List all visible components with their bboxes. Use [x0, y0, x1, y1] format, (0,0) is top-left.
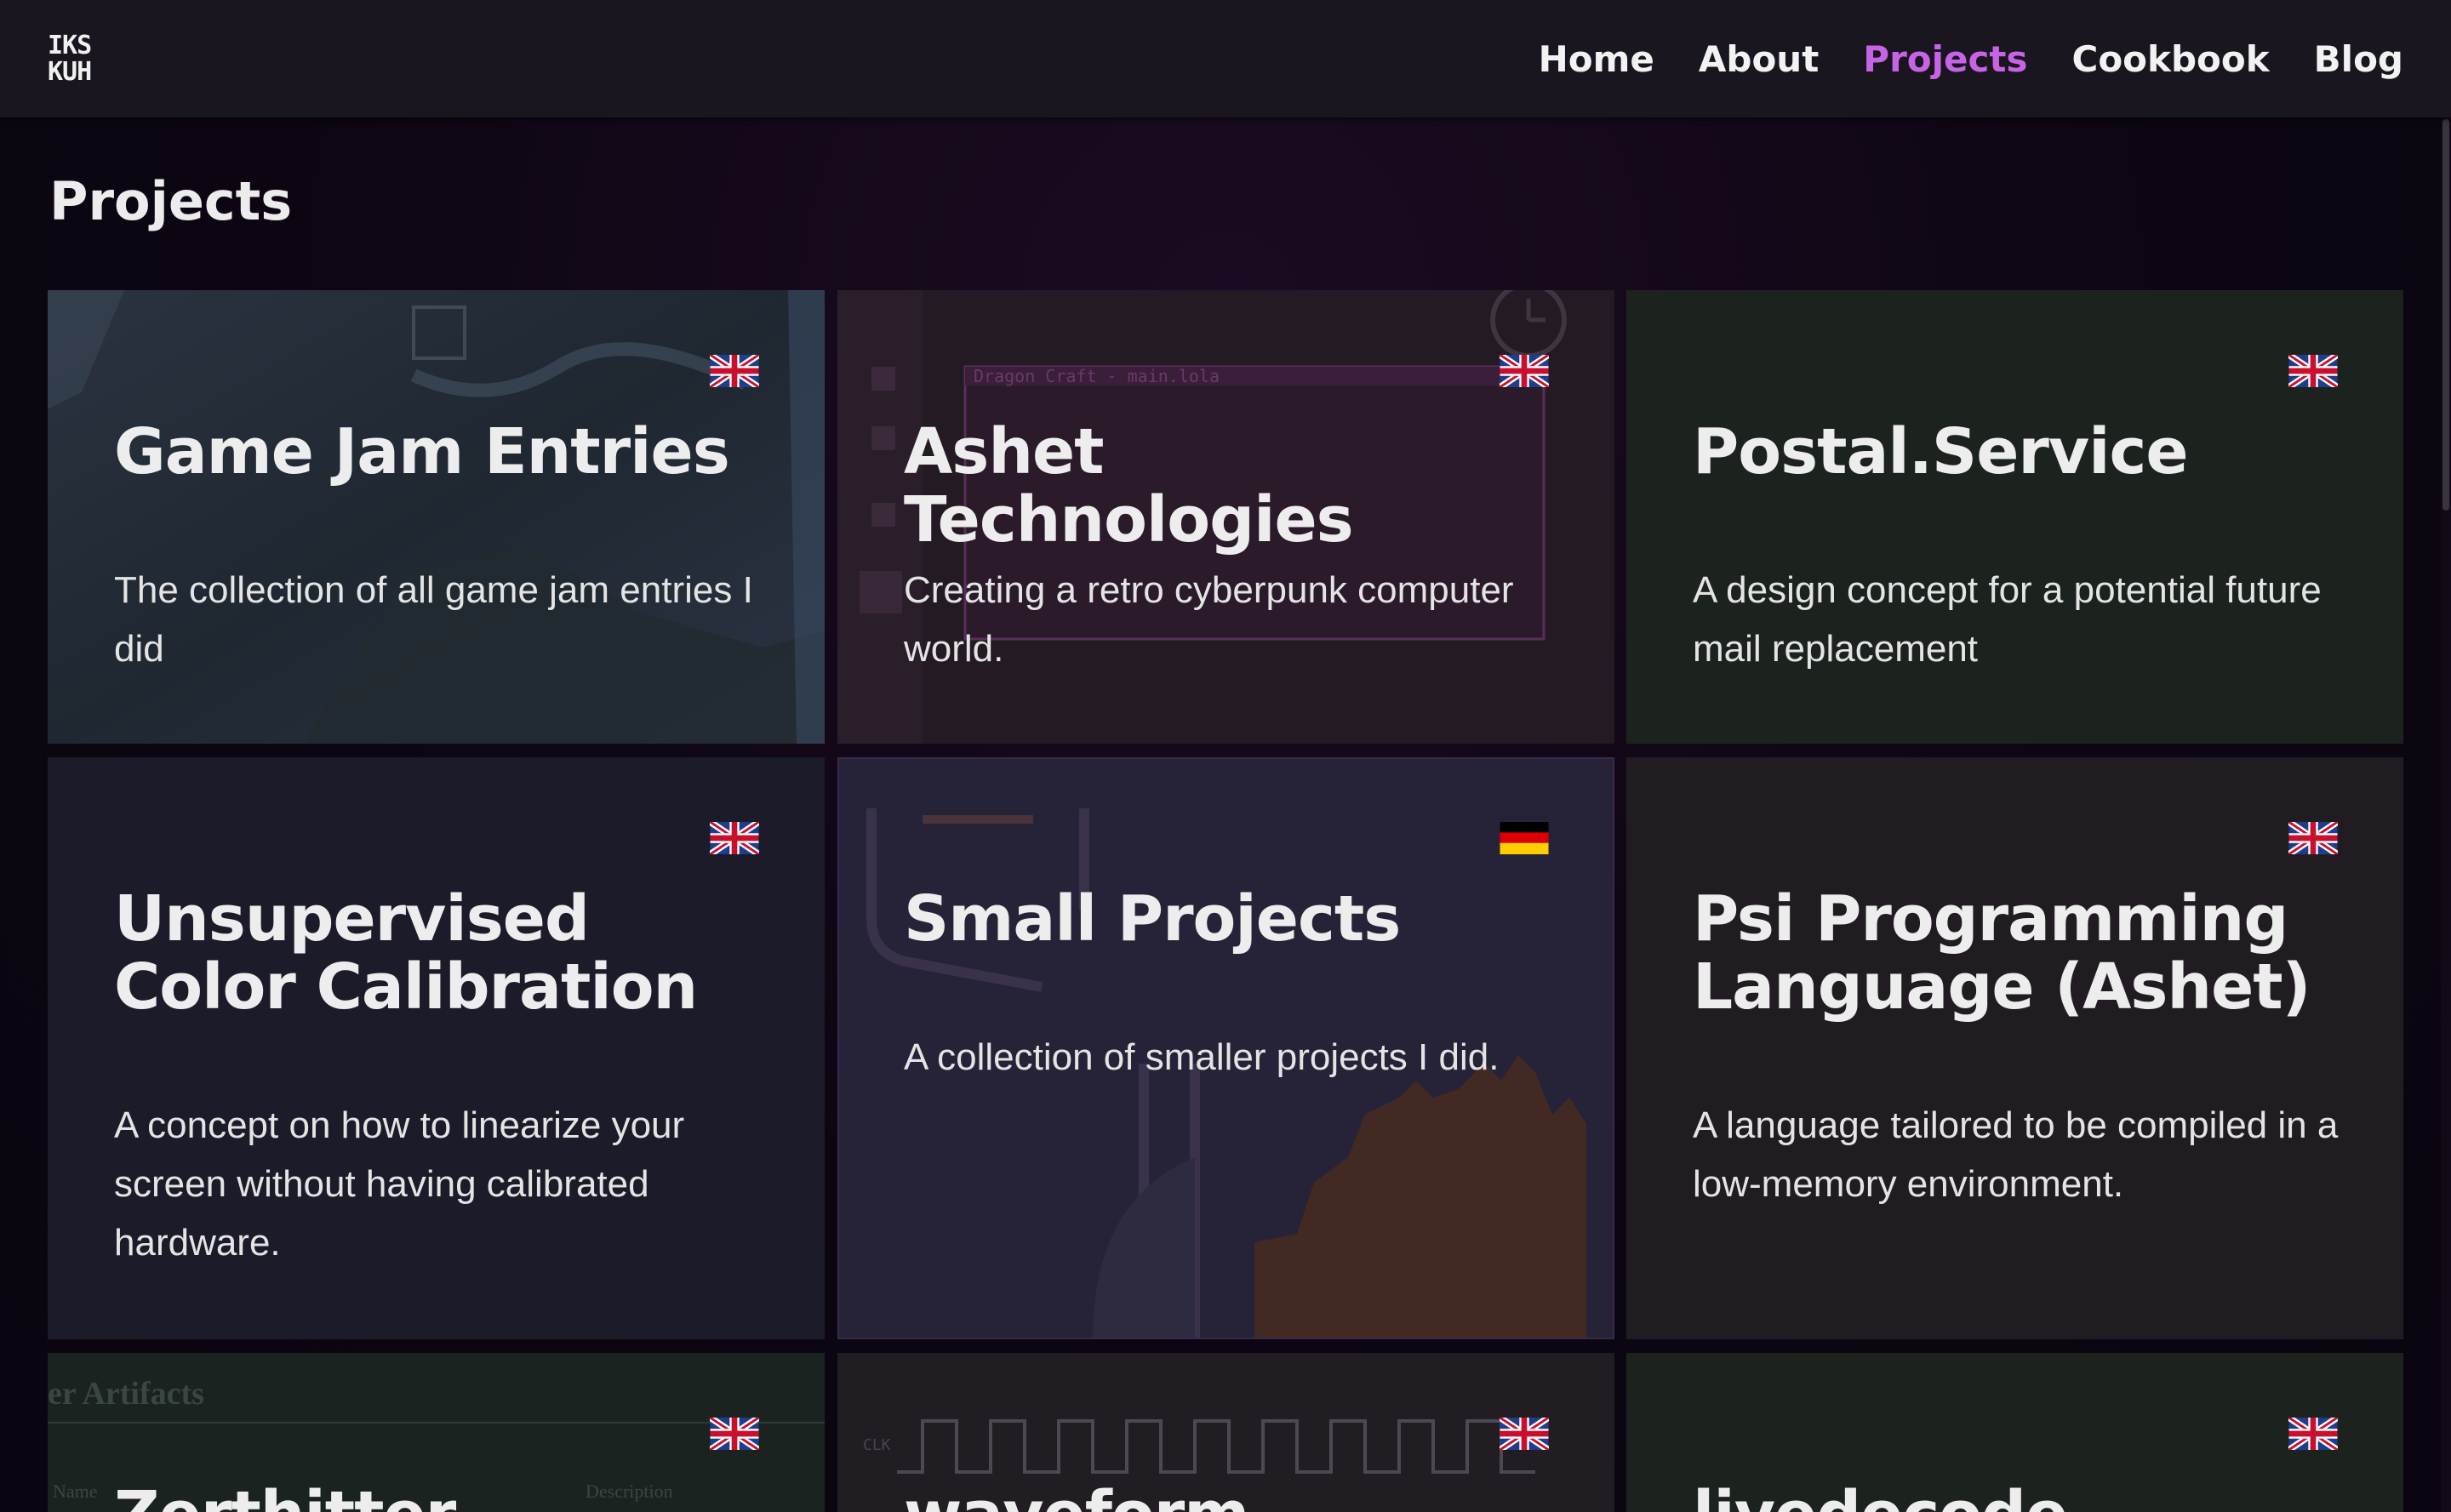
background-column-name: Name — [53, 1481, 98, 1502]
project-title: waveform — [904, 1481, 1551, 1512]
project-card-livedecode[interactable]: livedecode — [1626, 1353, 2403, 1512]
project-title: Small Projects — [904, 882, 1401, 956]
project-title: Ashet Technologies — [904, 415, 1354, 556]
nav-home-link[interactable]: Home — [1539, 37, 1654, 82]
project-card-unsupervised-color-calibration[interactable]: Unsupervised Color Calibration A concept… — [48, 757, 825, 1339]
uk-flag-icon — [710, 822, 759, 854]
page-scrollbar[interactable] — [2441, 117, 2451, 1512]
scrollbar-thumb[interactable] — [2442, 119, 2449, 511]
uk-flag-icon — [710, 355, 759, 387]
background-window-title: Dragon Craft - main.lola — [974, 366, 1220, 386]
page: IKS KUH Home About Projects Cookbook Blo… — [0, 0, 2451, 1512]
project-description: A collection of smaller projects I did. — [904, 1036, 1500, 1078]
main-nav: Home About Projects Cookbook Blog — [1539, 37, 2403, 82]
project-description: Creating a retro cyberpunk computer worl… — [904, 569, 1514, 670]
site-header: IKS KUH Home About Projects Cookbook Blo… — [0, 0, 2451, 117]
nav-blog-link[interactable]: Blog — [2314, 37, 2403, 82]
project-card-waveform[interactable]: CLK waveform — [837, 1353, 1614, 1512]
logo-line-1: IKS — [48, 31, 92, 60]
nav-projects-link[interactable]: Projects — [1863, 37, 2027, 82]
project-description: The collection of all game jam entries I… — [114, 569, 753, 670]
nav-about-link[interactable]: About — [1699, 37, 1819, 82]
uk-flag-icon — [1500, 1418, 1549, 1450]
logo-line-2: KUH — [48, 57, 92, 87]
project-card-game-jam-entries[interactable]: Game Jam Entries The collection of all g… — [48, 290, 825, 744]
uk-flag-icon — [2288, 1418, 2338, 1450]
project-card-postal-service[interactable]: Postal.Service A design concept for a po… — [1626, 290, 2403, 744]
uk-flag-icon — [1500, 355, 1549, 387]
project-title: Psi Programming Language (Ashet) — [1693, 882, 2311, 1024]
background-clock-label: CLK — [863, 1436, 891, 1454]
site-logo[interactable]: IKS KUH — [48, 32, 109, 88]
project-description: A design concept for a potential future … — [1693, 569, 2322, 670]
project-description: A concept on how to linearize your scree… — [114, 1104, 685, 1264]
german-flag-icon — [1500, 822, 1549, 854]
nav-cookbook-link[interactable]: Cookbook — [2072, 37, 2270, 82]
project-card-small-projects[interactable]: Small Projects A collection of smaller p… — [837, 757, 1614, 1339]
uk-flag-icon — [710, 1418, 759, 1450]
project-card-psi-programming-language[interactable]: Psi Programming Language (Ashet) A langu… — [1626, 757, 2403, 1339]
project-title: Zerthitter — [114, 1481, 761, 1512]
uk-flag-icon — [2288, 822, 2338, 854]
page-title: Projects — [49, 170, 293, 232]
project-card-ashet-technologies[interactable]: Dragon Craft - main.lola Ashet Technolog… — [837, 290, 1614, 744]
background-heading: er Artifacts — [48, 1376, 204, 1412]
project-title: Game Jam Entries — [114, 415, 730, 488]
project-description: A language tailored to be compiled in a … — [1693, 1104, 2339, 1205]
project-title: livedecode — [1693, 1481, 2340, 1512]
project-card-zerthitter[interactable]: er Artifacts Name Description Zerthitter — [48, 1353, 825, 1512]
uk-flag-icon — [2288, 355, 2338, 387]
project-title: Postal.Service — [1693, 415, 2189, 488]
project-title: Unsupervised Color Calibration — [114, 882, 698, 1024]
card-background — [1626, 757, 2403, 1339]
